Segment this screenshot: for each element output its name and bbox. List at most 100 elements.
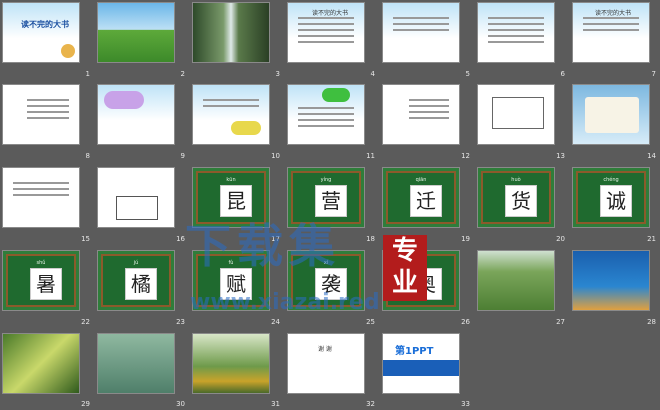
slide-thumb-9[interactable]: [97, 84, 175, 145]
text-block: [13, 182, 69, 200]
slide-thumb-32[interactable]: 谢 谢: [287, 333, 365, 394]
chalkboard: chéng 诚: [576, 171, 646, 224]
character-card: 橘: [125, 268, 157, 300]
slide-thumb-5[interactable]: [382, 2, 460, 63]
slide-thumb-12[interactable]: [382, 84, 460, 145]
slide-title: 读不完的大书: [595, 10, 632, 17]
slide-thumb-6[interactable]: [477, 2, 555, 63]
slide-thumb-21[interactable]: chéng 诚: [572, 167, 650, 228]
slide-thumb-27[interactable]: [477, 250, 555, 311]
slide-thumb-31[interactable]: [192, 333, 270, 394]
cloud-bubble-icon: [231, 121, 261, 135]
slide-thumb-23[interactable]: jú 橘: [97, 250, 175, 311]
slide-number: 12: [461, 152, 470, 160]
cloud-bubble-icon: [104, 91, 144, 109]
text-block: [298, 107, 354, 131]
pinyin-label: yíng: [320, 177, 332, 183]
slide-number: 5: [465, 70, 470, 78]
slide-number: 33: [461, 400, 470, 408]
character-card: 诚: [600, 185, 632, 217]
slide-number: 4: [370, 70, 375, 78]
slide-thumb-11[interactable]: [287, 84, 365, 145]
watermark-badge: 专业: [383, 235, 427, 301]
slide-number: 3: [275, 70, 280, 78]
slide-thumb-28[interactable]: [572, 250, 650, 311]
pinyin-label: chéng: [603, 177, 619, 183]
slide-number: 32: [366, 400, 375, 408]
slide-number: 29: [81, 400, 90, 408]
chalkboard: jú 橘: [101, 254, 171, 307]
flower-icon: [61, 44, 75, 58]
slide-number: 28: [647, 318, 656, 326]
slide-thumb-19[interactable]: qiān 迁: [382, 167, 460, 228]
pinyin-label: shǔ: [36, 260, 46, 266]
slide-thumb-33[interactable]: 第1PPT: [382, 333, 460, 394]
text-block: [298, 17, 354, 47]
slide-thumb-8[interactable]: [2, 84, 80, 145]
slide-title: 读不完的大书: [21, 19, 69, 29]
slide-number: 21: [647, 235, 656, 243]
slide-number: 8: [85, 152, 90, 160]
pinyin-label: qiān: [415, 177, 427, 183]
slide-number: 10: [271, 152, 280, 160]
slide-number: 14: [647, 152, 656, 160]
slide-number: 7: [651, 70, 656, 78]
slide-thumb-7[interactable]: 读不完的大书: [572, 2, 650, 63]
slide-number: 30: [176, 400, 185, 408]
slide-number: 16: [176, 235, 185, 243]
slide-thumb-30[interactable]: [97, 333, 175, 394]
chalkboard: shǔ 暑: [6, 254, 76, 307]
blue-banner: [383, 360, 459, 376]
slide-thumb-29[interactable]: [2, 333, 80, 394]
slide-number: 26: [461, 318, 470, 326]
text-block: [203, 99, 259, 111]
open-book-icon: [585, 97, 639, 133]
slide-thumb-3[interactable]: [192, 2, 270, 63]
slide-number: 27: [556, 318, 565, 326]
chalkboard: huò 货: [481, 171, 551, 224]
text-block: [409, 99, 449, 123]
slide-number: 13: [556, 152, 565, 160]
pinyin-label: jú: [133, 260, 139, 266]
slide-thumb-14[interactable]: [572, 84, 650, 145]
slide-title: 读不完的大书: [312, 10, 349, 17]
slide-number: 15: [81, 235, 90, 243]
slide-thumb-1[interactable]: 读不完的大书: [2, 2, 80, 63]
slide-thumb-2[interactable]: [97, 2, 175, 63]
chalkboard: qiān 迁: [386, 171, 456, 224]
slide-thumb-22[interactable]: shǔ 暑: [2, 250, 80, 311]
table-grid: [116, 196, 158, 220]
character-card: 迁: [410, 185, 442, 217]
slide-thumb-4[interactable]: 读不完的大书: [287, 2, 365, 63]
slide-number: 22: [81, 318, 90, 326]
slide-thumb-10[interactable]: [192, 84, 270, 145]
text-block: [488, 17, 544, 47]
slide-number: 23: [176, 318, 185, 326]
slide-thumb-13[interactable]: [477, 84, 555, 145]
slide-thumb-16[interactable]: [97, 167, 175, 228]
cloud-bubble-icon: [322, 88, 350, 102]
pinyin-label: kūn: [226, 177, 236, 183]
slide-number: 2: [180, 70, 185, 78]
character-card: 暑: [30, 268, 62, 300]
slide-number: 9: [180, 152, 185, 160]
slide-number: 31: [271, 400, 280, 408]
slide-sorter-grid: 读不完的大书 1 2 3 读不完的大书 4 5 6 读不完的大书 7 8 9 1…: [0, 0, 660, 410]
text-box: [492, 97, 544, 129]
slide-number: 24: [271, 318, 280, 326]
character-card: 货: [505, 185, 537, 217]
slide-number: 25: [366, 318, 375, 326]
slide-number: 1: [85, 70, 90, 78]
slide-number: 6: [560, 70, 565, 78]
ppt-logo: 第1PPT: [395, 346, 434, 357]
slide-thumb-20[interactable]: huò 货: [477, 167, 555, 228]
slide-number: 11: [366, 152, 375, 160]
text-block: [393, 17, 449, 35]
watermark-text: 下载集: [185, 219, 341, 273]
text-block: [27, 99, 69, 123]
watermark-url: www.xiazai.red: [190, 290, 380, 315]
slide-number: 20: [556, 235, 565, 243]
slide-number: 18: [366, 235, 375, 243]
slide-thumb-15[interactable]: [2, 167, 80, 228]
slide-title: 谢 谢: [318, 346, 332, 353]
